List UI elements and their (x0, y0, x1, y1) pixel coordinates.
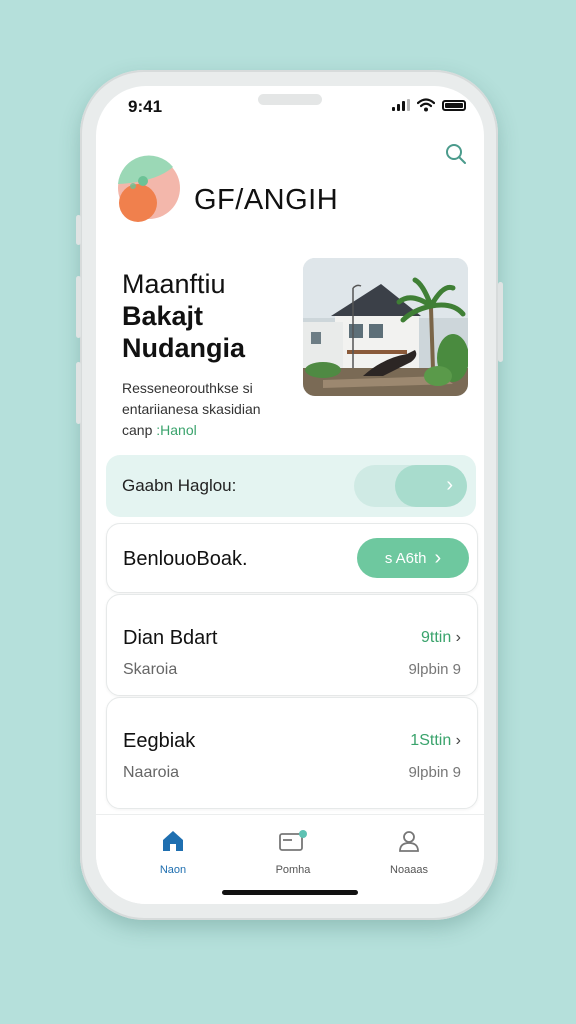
hero-desc-line-2: entariianesa skasidian (122, 401, 261, 417)
card-subtitle: Naaroia (123, 764, 180, 781)
card-icon (279, 830, 307, 851)
home-icon (163, 831, 183, 851)
list-card[interactable]: BenlouoBoak. s A6th › (106, 523, 478, 593)
house-photo (303, 258, 468, 396)
list-card[interactable]: Dian Bdart Skaroia 9ttin › 9lpbin 9 (106, 594, 478, 696)
card-value-sub: 9lpbin 9 (408, 764, 461, 781)
hero-title-line-1: Maanftiu (122, 269, 226, 299)
search-toggle[interactable]: › (354, 465, 467, 507)
nav-label-profile: Noaaas (390, 864, 428, 876)
hero-title-line-3: Nudangia (122, 333, 246, 363)
hero-desc-line-3: canp (122, 422, 153, 438)
status-time: 9:41 (128, 97, 163, 116)
chevron-right-icon: › (455, 629, 461, 646)
card-title: BenlouoBoak. (123, 548, 248, 570)
phone-volume-down (76, 362, 81, 424)
card-action-label: s A6th (384, 549, 427, 567)
hero-desc-line-1: Resseneorouthkse (122, 380, 239, 396)
user-icon (399, 831, 419, 852)
battery-icon (442, 99, 466, 111)
nav-item-home[interactable]: Naon (128, 829, 218, 876)
phone-side-button (76, 215, 81, 245)
app-logo (118, 155, 180, 222)
card-title: Eegbiak (123, 730, 196, 752)
card-value: 9ttin › (420, 629, 461, 646)
hero-desc-highlight: :Hanol (156, 422, 197, 438)
card-subtitle: Skaroia (123, 661, 178, 678)
nav-label-cards: Pomha (275, 864, 311, 876)
card-action-button[interactable]: s A6th › (357, 538, 469, 578)
wifi-icon (417, 98, 435, 112)
hero-desc-line-1-suffix: si (242, 380, 253, 396)
chevron-right-icon: › (446, 474, 453, 496)
nav-label-home: Naon (159, 864, 187, 876)
phone-volume-up (76, 276, 81, 338)
chevron-right-icon: › (455, 732, 461, 749)
card-value-sub: 9lpbin 9 (408, 661, 461, 678)
signal-icon (392, 99, 410, 111)
dynamic-island (258, 94, 322, 105)
search-icon[interactable] (444, 142, 468, 166)
app-screen: 9:41 GF/ANGIH Maanftiu Bakajt Nudangia R… (96, 86, 484, 904)
hero-description: Resseneorouthkse si entariianesa skasidi… (122, 378, 302, 441)
card-title: Dian Bdart (123, 627, 218, 649)
search-card-label: Gaabn Haglou: (122, 476, 237, 495)
home-indicator (222, 890, 358, 895)
chevron-right-icon: › (434, 546, 442, 569)
toggle-knob (395, 465, 467, 507)
status-icons (392, 98, 466, 112)
hero-title-line-2: Bakajt (122, 301, 204, 331)
phone-power-button (498, 282, 503, 362)
search-card[interactable]: Gaabn Haglou: › (106, 455, 476, 517)
list-card[interactable]: Eegbiak Naaroia 1Sttin › 9lpbin 9 (106, 697, 478, 809)
app-title: GF/ANGIH (194, 184, 339, 216)
nav-item-cards[interactable]: Pomha (248, 829, 338, 876)
card-value: 1Sttin › (410, 732, 461, 749)
nav-item-profile[interactable]: Noaaas (364, 829, 454, 876)
hero-title: Maanftiu Bakajt Nudangia (122, 268, 245, 364)
